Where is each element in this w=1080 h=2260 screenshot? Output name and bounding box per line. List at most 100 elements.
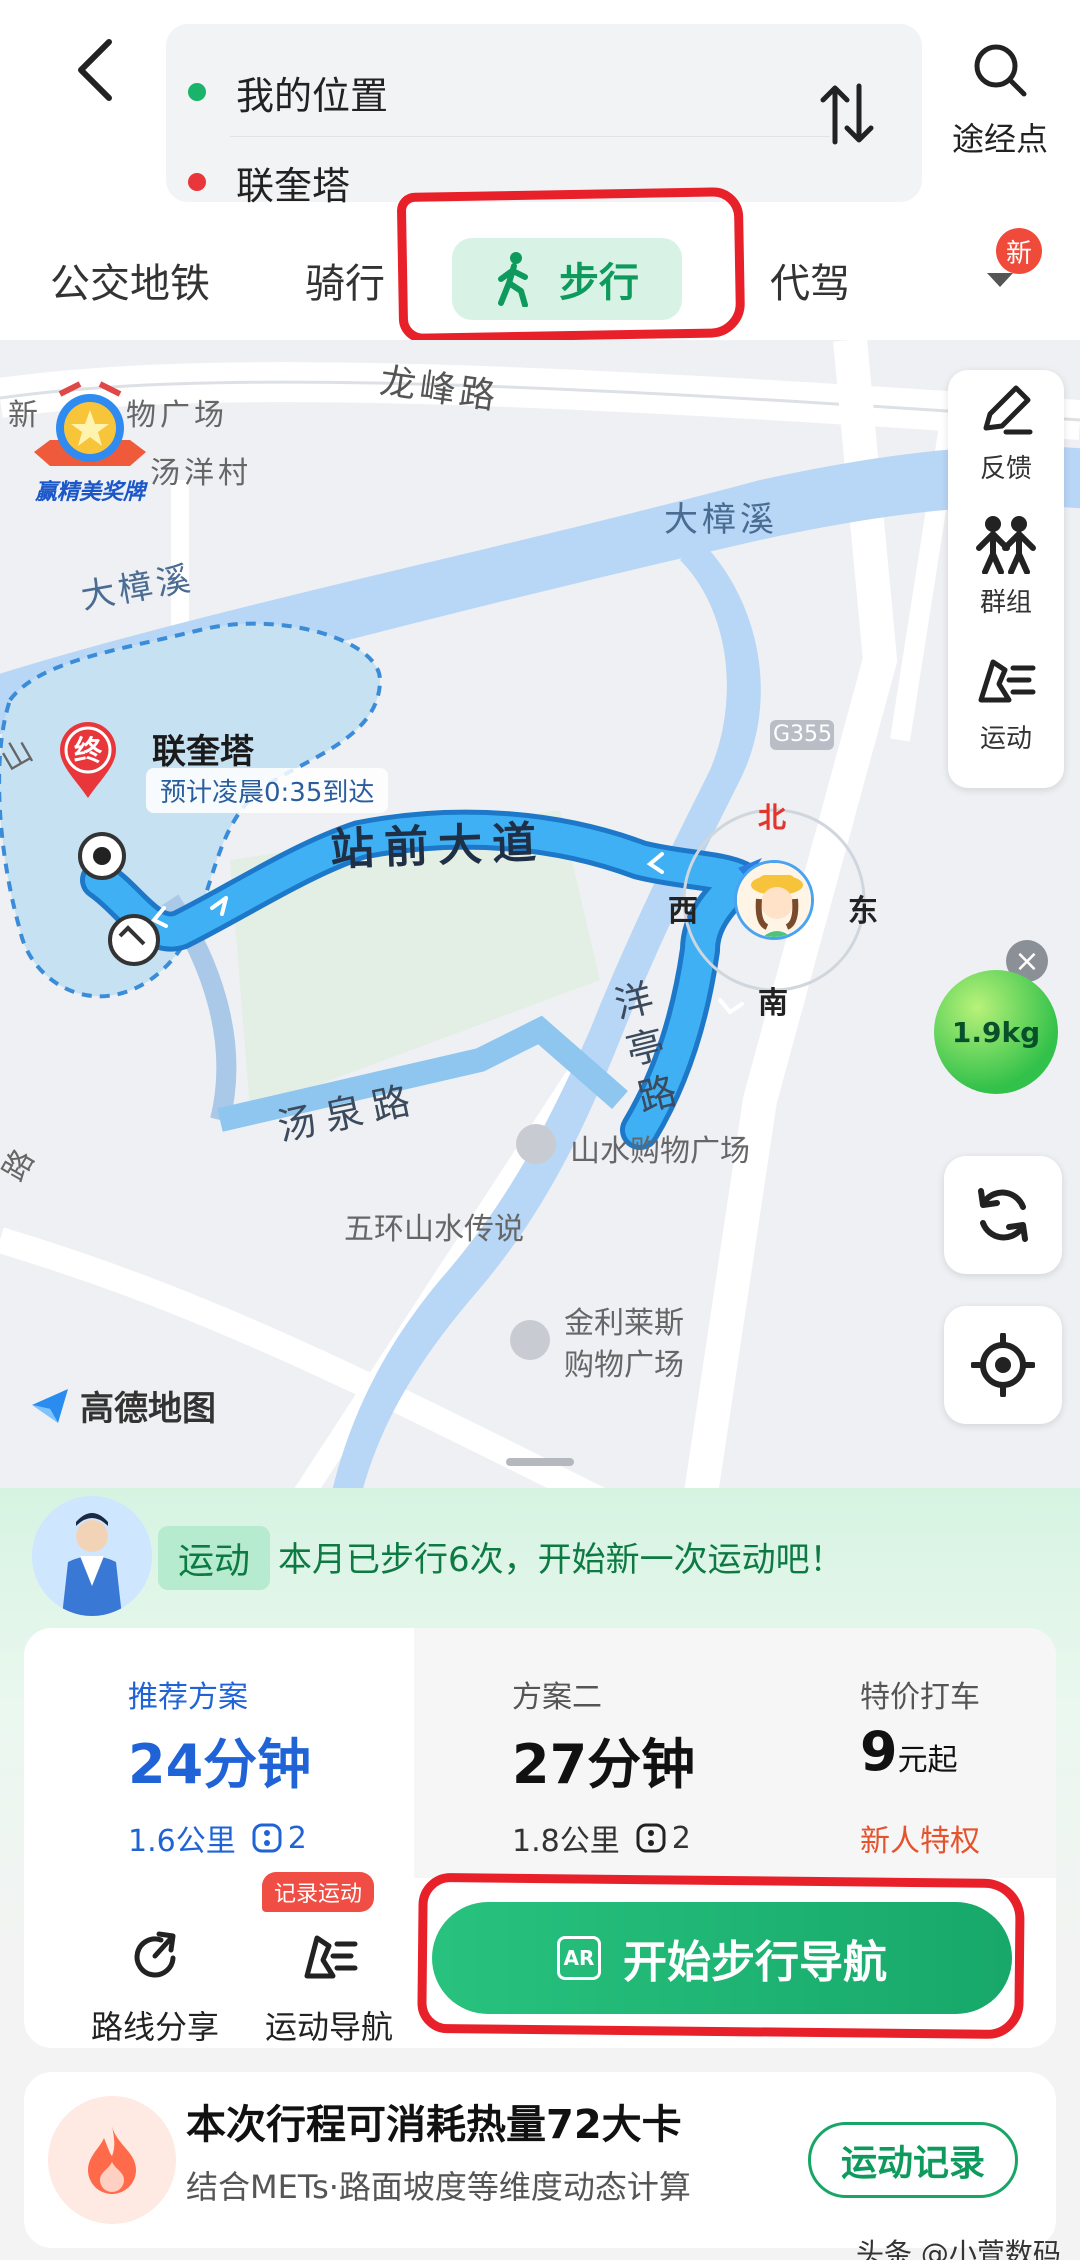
current-location-avatar: [734, 860, 814, 940]
map-side-toolbar: 反馈 群组 运动: [948, 370, 1064, 788]
gaode-logo: 高德地图: [28, 1380, 216, 1430]
run-icon: [978, 659, 1036, 703]
pencil-icon: [983, 385, 1033, 435]
tab-transit[interactable]: 公交地铁: [30, 230, 230, 330]
crosshair-locate-icon: [971, 1333, 1035, 1397]
compass-north: 北: [758, 801, 787, 834]
destination-pin-icon[interactable]: 终: [56, 720, 120, 800]
waypoint-button[interactable]: 途经点: [940, 40, 1060, 180]
map-label-wuhuan: 五环山水传说: [344, 1212, 524, 1247]
price-value: 9: [860, 1720, 898, 1783]
map-label-zhanqian-road: 站前大道: [329, 817, 547, 876]
plan-title: 推荐方案: [128, 1680, 248, 1715]
plan-distance: 1.6公里: [128, 1824, 236, 1859]
map-destination-name: 联奎塔: [152, 732, 254, 772]
carbon-saving-bubble[interactable]: 1.9kg: [934, 970, 1058, 1094]
map-label-tangyang: 汤洋村: [150, 456, 252, 491]
compass-east: 东: [848, 894, 878, 929]
sport-button[interactable]: 运动: [948, 650, 1064, 780]
calorie-card: 本次行程可消耗热量72大卡 结合METs·路面坡度等维度动态计算 运动记录: [24, 2072, 1056, 2248]
g355-shield: G355: [773, 722, 833, 747]
flame-icon: [88, 2126, 136, 2194]
sport-record-button[interactable]: 运动记录: [808, 2122, 1018, 2198]
plan-price: 9元起: [860, 1720, 958, 1783]
search-icon: [974, 44, 1027, 97]
traffic-light-icon: [252, 1823, 282, 1853]
destination-field[interactable]: 联奎塔: [188, 142, 350, 222]
run-icon: [304, 1935, 358, 1979]
taxi-promo: 新人特权: [860, 1824, 980, 1859]
feedback-button[interactable]: 反馈: [948, 380, 1064, 510]
plan-lights: 2: [671, 1820, 691, 1856]
sport-message: 本月已步行6次，开始新一次运动吧！: [278, 1540, 844, 1580]
award-badge-label: 赢精美奖牌: [34, 480, 145, 505]
destination-pin-label: 终: [74, 734, 103, 767]
annotation-circle-walk-tab: [396, 186, 746, 344]
share-route-label: 路线分享: [90, 2008, 219, 2046]
group-button[interactable]: 群组: [948, 514, 1064, 644]
refresh-icon: [978, 1188, 1028, 1242]
map-label-jinli-2: 购物广场: [564, 1348, 684, 1383]
origin-dot-icon: [188, 83, 206, 101]
back-button[interactable]: [60, 30, 130, 110]
plan-meta: 1.6公里 2: [128, 1816, 307, 1860]
waypoint-label: 途经点: [951, 120, 1048, 158]
group-label: 群组: [979, 588, 1032, 618]
route-input-box: 我的位置 联奎塔: [166, 24, 922, 208]
route-header: 我的位置 联奎塔 途经点 公交地铁 骑行 步行 代驾 新: [0, 0, 1080, 344]
sport-navigation-button[interactable]: 运动导航: [234, 1928, 424, 2048]
plan-duration: 24分钟: [128, 1733, 312, 1796]
annotation-circle-start-button: [417, 1872, 1025, 2040]
swap-arrows-icon: [820, 83, 874, 145]
chevron-left-icon: [78, 39, 112, 101]
share-icon: [134, 1931, 176, 1978]
sport-navigation-label: 运动导航: [264, 2008, 393, 2046]
sport-tag: 运动: [158, 1526, 271, 1590]
calorie-subtitle: 结合METs·路面坡度等维度动态计算: [186, 2168, 691, 2206]
fire-icon-wrap: [48, 2096, 176, 2224]
plan-distance: 1.8公里: [512, 1824, 620, 1859]
group-icon: [976, 516, 1036, 575]
medal-icon: [34, 381, 146, 466]
sport-banner[interactable]: 运动 本月已步行6次，开始新一次运动吧！: [22, 1488, 1062, 1628]
map-view[interactable]: 龙峰路 大樟溪 大樟溪 新 物广场 汤洋村 山 路 G355 站前大道 洋亭路 …: [0, 340, 1080, 1500]
map-label-shanshui-mall: 山水购物广场: [570, 1134, 750, 1169]
tab-driver[interactable]: 代驾: [760, 230, 860, 330]
plan-title: 特价打车: [860, 1680, 980, 1715]
sport-label: 运动: [979, 724, 1032, 754]
sport-avatar: [32, 1496, 152, 1616]
destination-label: 联奎塔: [236, 163, 351, 208]
origin-field[interactable]: 我的位置: [188, 52, 388, 132]
runner-avatar-icon: [32, 1496, 152, 1616]
map-label-river-1: 大樟溪: [664, 500, 778, 540]
share-route-button[interactable]: 路线分享: [60, 1928, 250, 2048]
calorie-title: 本次行程可消耗热量72大卡: [186, 2102, 682, 2148]
record-sport-tag: 记录运动: [262, 1872, 375, 1912]
feedback-label: 反馈: [979, 454, 1032, 484]
watermark: 头条 @小萱数码: [856, 2237, 1061, 2260]
plan-title: 方案二: [512, 1680, 602, 1715]
destination-dot-icon: [188, 173, 206, 191]
caret-down-icon: [987, 273, 1013, 287]
map-label-jinli-1: 金利莱斯: [564, 1306, 684, 1341]
gaode-logo-icon: [32, 1389, 68, 1423]
new-badge: 新: [996, 228, 1042, 274]
origin-label: 我的位置: [236, 73, 389, 118]
gaode-logo-text: 高德地图: [80, 1388, 216, 1429]
panel-drag-handle[interactable]: [506, 1458, 574, 1466]
price-unit: 元起: [897, 1743, 958, 1778]
compass-west: 西: [668, 894, 698, 929]
tab-cycling[interactable]: 骑行: [290, 230, 400, 330]
map-base: [0, 340, 1080, 1500]
traffic-light-icon: [636, 1823, 666, 1853]
compass-south: 南: [758, 986, 788, 1021]
plan-lights: 2: [287, 1820, 307, 1856]
plan-meta: 1.8公里 2: [512, 1816, 691, 1860]
swap-button[interactable]: [812, 74, 882, 154]
locate-me-button[interactable]: [944, 1306, 1062, 1424]
eta-label: 预计凌晨0:35到达: [146, 768, 389, 813]
divider: [230, 136, 830, 137]
plan-duration: 27分钟: [512, 1733, 696, 1796]
award-badge[interactable]: 赢精美奖牌: [30, 380, 150, 505]
refresh-route-button[interactable]: [944, 1156, 1062, 1274]
